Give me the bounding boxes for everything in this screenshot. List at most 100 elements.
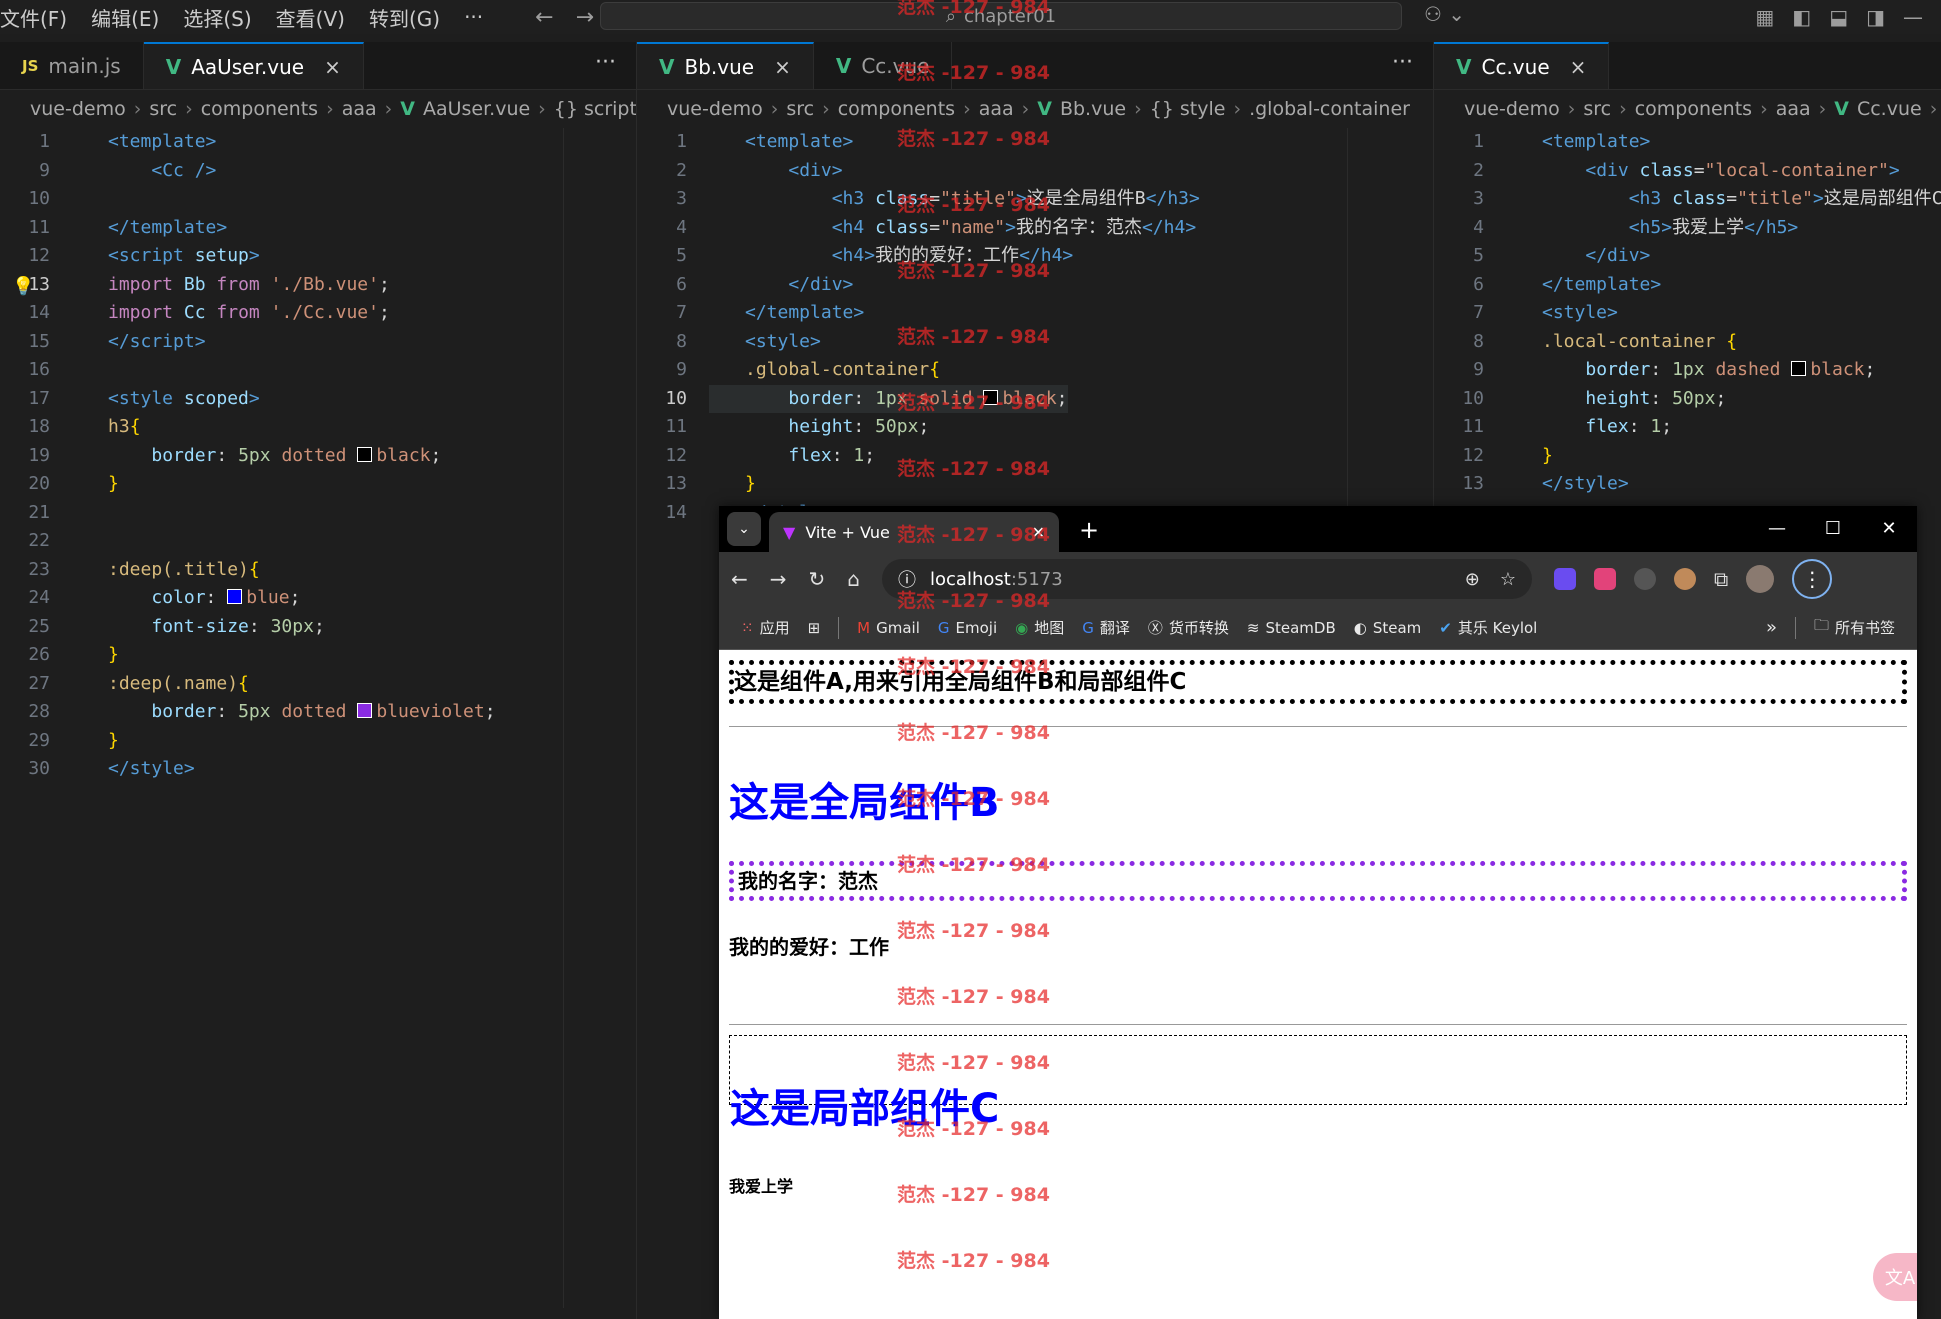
close-window-icon[interactable]: ✕ bbox=[1861, 506, 1917, 552]
tab-aauser-vue[interactable]: V AaUser.vue × bbox=[143, 42, 364, 89]
code-line[interactable]: 20} bbox=[0, 470, 636, 499]
code-line[interactable]: 15 </script> bbox=[0, 328, 636, 357]
breadcrumb-item[interactable]: aaa bbox=[1776, 98, 1811, 120]
breadcrumb-item[interactable]: components bbox=[201, 98, 318, 120]
code-line[interactable]: 26} bbox=[0, 641, 636, 670]
code-line[interactable]: 5 <h4>我的的爱好：工作</h4> bbox=[637, 242, 1433, 271]
code-line[interactable]: 10 border: 1px solid black; bbox=[637, 384, 1433, 413]
code-line[interactable]: 11 flex: 1; bbox=[1434, 413, 1941, 442]
address-bar[interactable]: ⓘ localhost:5173 ⊕ ☆ bbox=[882, 559, 1532, 599]
bookmark-grid[interactable]: ⊞ bbox=[808, 619, 821, 637]
tab-cc-vue[interactable]: V Cc.vue × bbox=[1434, 42, 1610, 89]
breadcrumb-item[interactable]: AaUser.vue bbox=[423, 98, 530, 120]
code-line[interactable]: 12 flex: 1; bbox=[637, 442, 1433, 471]
back-icon[interactable]: ← bbox=[731, 567, 748, 591]
customize-layout-icon[interactable]: ▦ bbox=[1755, 5, 1774, 29]
translate-float-icon[interactable]: 文A bbox=[1873, 1253, 1917, 1301]
reload-icon[interactable]: ↻ bbox=[809, 567, 826, 591]
profile-avatar[interactable] bbox=[1746, 565, 1775, 593]
copilot-icon[interactable]: ⚇ ⌄ bbox=[1424, 2, 1465, 26]
code-editor[interactable]: 1 <template> 2 <div class="local-container… bbox=[1434, 128, 1941, 499]
code-line[interactable]: 11 </template> bbox=[0, 214, 636, 243]
tab-cc-vue[interactable]: V Cc.vue bbox=[813, 42, 953, 89]
forward-icon[interactable]: → bbox=[770, 567, 787, 591]
bookmark-translate[interactable]: G 翻译 bbox=[1082, 617, 1130, 638]
breadcrumb-item[interactable]: src bbox=[1583, 98, 1611, 120]
code-line[interactable]: 💡 13 import Bb from './Bb.vue'; bbox=[0, 271, 636, 300]
minimap[interactable] bbox=[563, 128, 623, 1308]
code-line[interactable]: 5 </div> bbox=[1434, 242, 1941, 271]
bookmark-keylol[interactable]: ✔ 其乐 Keylol bbox=[1439, 617, 1537, 638]
code-line[interactable]: 1 <template> bbox=[1434, 128, 1941, 157]
code-line[interactable]: 14 import Cc from './Cc.vue'; bbox=[0, 299, 636, 328]
new-tab-icon[interactable]: + bbox=[1079, 516, 1099, 544]
code-line[interactable]: 4 <h5>我爱上学</h5> bbox=[1434, 214, 1941, 243]
close-icon[interactable]: × bbox=[324, 55, 341, 79]
toggle-sidebar-icon[interactable]: ◧ bbox=[1792, 5, 1811, 29]
site-info-icon[interactable]: ⓘ bbox=[898, 566, 916, 592]
code-line[interactable]: 7 <style> bbox=[1434, 299, 1941, 328]
code-line[interactable]: 1 <template> bbox=[637, 128, 1433, 157]
breadcrumb-item[interactable]: components bbox=[1635, 98, 1752, 120]
breadcrumb-item[interactable]: aaa bbox=[342, 98, 377, 120]
code-line[interactable]: 28 border: 5px dotted blueviolet; bbox=[0, 698, 636, 727]
bookmark-apps[interactable]: ⁙ 应用 bbox=[741, 617, 790, 638]
code-line[interactable]: 27:deep(.name){ bbox=[0, 670, 636, 699]
code-line[interactable]: 4 <h4 class="name">我的名字：范杰</h4> bbox=[637, 214, 1433, 243]
code-editor[interactable]: 1 <template> 2 <div> 3 <h3 class="title">这是… bbox=[637, 128, 1433, 527]
menu-go[interactable]: 转到(G) bbox=[357, 3, 452, 32]
menu-file[interactable]: 文件(F) bbox=[0, 3, 79, 32]
breadcrumb-item[interactable]: vue-demo bbox=[30, 98, 126, 120]
menu-edit[interactable]: 编辑(E) bbox=[79, 3, 171, 32]
code-line[interactable]: 30 </style> bbox=[0, 755, 636, 784]
code-line[interactable]: 18 h3{ bbox=[0, 413, 636, 442]
breadcrumb-item[interactable]: components bbox=[838, 98, 955, 120]
code-line[interactable]: 9 <Cc /> bbox=[0, 157, 636, 186]
bookmark-emoji[interactable]: G Emoji bbox=[938, 619, 997, 637]
puzzle-extensions-icon[interactable]: ⧉ bbox=[1714, 567, 1728, 591]
bookmark-currency[interactable]: Ⓧ 货币转换 bbox=[1148, 617, 1229, 638]
code-line[interactable]: 2 <div> bbox=[637, 157, 1433, 186]
lightbulb-icon[interactable]: 💡 bbox=[12, 273, 34, 302]
code-line[interactable]: 24 color: blue; bbox=[0, 584, 636, 613]
bookmarks-overflow-icon[interactable]: » bbox=[1766, 617, 1777, 638]
close-icon[interactable]: × bbox=[1570, 55, 1587, 79]
bookmark-steam[interactable]: ◐ Steam bbox=[1354, 619, 1422, 637]
breadcrumb-item[interactable]: Cc.vue bbox=[1857, 98, 1922, 120]
breadcrumb-item[interactable]: aaa bbox=[979, 98, 1014, 120]
code-line[interactable]: 17 <style scoped> bbox=[0, 385, 636, 414]
breadcrumb-item[interactable]: .global-container bbox=[1249, 98, 1410, 120]
code-line[interactable]: 12 <script setup> bbox=[0, 242, 636, 271]
bookmark-gmail[interactable]: M Gmail bbox=[857, 619, 920, 637]
close-tab-icon[interactable]: ✕ bbox=[1032, 523, 1045, 542]
home-icon[interactable]: ⌂ bbox=[847, 567, 860, 591]
extension-icon[interactable] bbox=[1554, 568, 1576, 590]
code-line[interactable]: 29} bbox=[0, 727, 636, 756]
code-line[interactable]: 6 </template> bbox=[1434, 271, 1941, 300]
extension-translate-icon[interactable] bbox=[1594, 568, 1616, 590]
code-line[interactable]: 16 bbox=[0, 356, 636, 385]
more-actions-icon[interactable]: ··· bbox=[595, 50, 616, 75]
code-line[interactable]: 23:deep(.title){ bbox=[0, 556, 636, 585]
code-line[interactable]: 3 <h3 class="title">这是全局组件B</h3> bbox=[637, 185, 1433, 214]
breadcrumb-item[interactable]: src bbox=[786, 98, 814, 120]
zoom-icon[interactable]: ⊕ bbox=[1465, 569, 1480, 590]
code-line[interactable]: 3 <h3 class="title">这是局部组件C</h3> bbox=[1434, 185, 1941, 214]
menu-view[interactable]: 查看(V) bbox=[264, 3, 357, 32]
code-line[interactable]: 19 border: 5px dotted black; bbox=[0, 442, 636, 471]
code-line[interactable]: 9 border: 1px dashed black; bbox=[1434, 356, 1941, 385]
code-line[interactable]: 1 <template> bbox=[0, 128, 636, 157]
forward-arrow-icon[interactable]: → bbox=[576, 5, 594, 30]
tab-main-js[interactable]: JS main.js bbox=[0, 42, 144, 89]
code-line[interactable]: 7 </template> bbox=[637, 299, 1433, 328]
minimize-icon[interactable]: — bbox=[1903, 5, 1923, 29]
code-line[interactable]: 22 bbox=[0, 527, 636, 556]
bookmark-maps[interactable]: ◉ 地图 bbox=[1015, 617, 1064, 638]
code-line[interactable]: 13 </style> bbox=[1434, 470, 1941, 499]
extension-bulb-icon[interactable] bbox=[1634, 568, 1656, 590]
browser-menu-icon[interactable]: ⋮ bbox=[1792, 559, 1833, 599]
code-line[interactable]: 2 <div class="local-container"> bbox=[1434, 157, 1941, 186]
toggle-secondary-sidebar-icon[interactable]: ◨ bbox=[1866, 5, 1885, 29]
breadcrumb-item[interactable]: vue-demo bbox=[1464, 98, 1560, 120]
code-line[interactable]: 25 font-size: 30px; bbox=[0, 613, 636, 642]
